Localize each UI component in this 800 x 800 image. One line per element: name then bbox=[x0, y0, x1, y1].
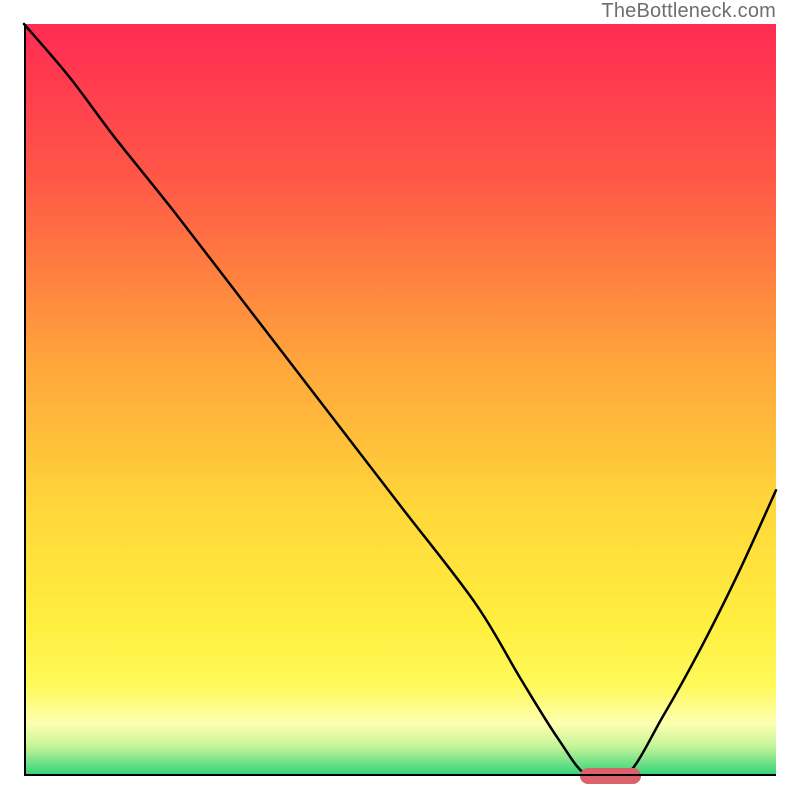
curve-layer bbox=[24, 24, 776, 776]
x-axis bbox=[24, 774, 776, 776]
y-axis bbox=[24, 24, 26, 776]
bottleneck-chart: TheBottleneck.com bbox=[0, 0, 800, 800]
watermark-text: TheBottleneck.com bbox=[601, 0, 776, 23]
bottleneck-curve bbox=[24, 24, 776, 782]
